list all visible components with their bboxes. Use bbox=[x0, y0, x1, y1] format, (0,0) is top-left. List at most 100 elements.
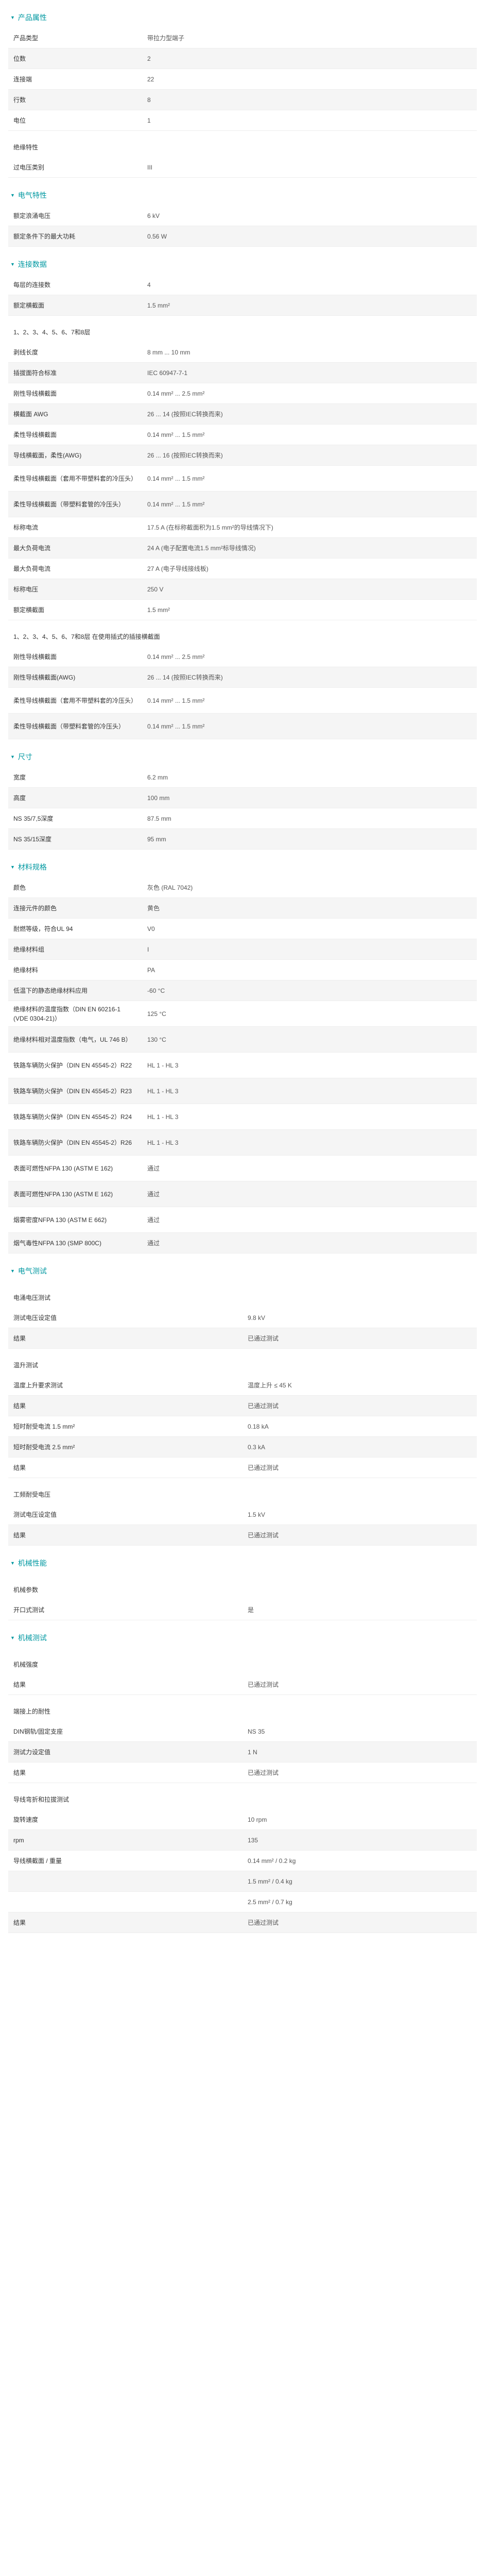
section-title-label: 尺寸 bbox=[18, 753, 32, 761]
subgroup-label: 端接上的耐性 bbox=[13, 1707, 51, 1715]
section-title-label: 机械性能 bbox=[18, 1559, 47, 1567]
spec-value: 已通过测试 bbox=[242, 1328, 477, 1349]
section-title[interactable]: ▼ 连接数据 bbox=[0, 254, 485, 275]
subgroup-label: 温升测试 bbox=[13, 1361, 39, 1369]
spec-value: 95 mm bbox=[142, 828, 477, 850]
spec-row: 短时耐受电流 1.5 mm² 0.18 kA bbox=[8, 1416, 477, 1437]
spec-value: 0.14 mm² ... 1.5 mm² bbox=[142, 713, 477, 739]
spec-key: NS 35/7,5深度 bbox=[8, 808, 142, 829]
spec-key: 旋转速度 bbox=[8, 1809, 242, 1830]
spec-key: 插拔面符合标准 bbox=[8, 362, 142, 383]
spec-value: 1 N bbox=[242, 1741, 477, 1762]
triangle-down-icon: ▼ bbox=[10, 193, 15, 198]
subgroup-header: 机械参数 bbox=[8, 1573, 477, 1600]
section-title[interactable]: ▼ 机械测试 bbox=[0, 1628, 485, 1648]
spec-value: -60 °C bbox=[142, 980, 477, 1001]
spec-key: 结果 bbox=[8, 1912, 242, 1933]
spec-value: 6.2 mm bbox=[142, 767, 477, 788]
spec-value: 带拉力型端子 bbox=[142, 28, 477, 48]
section-title[interactable]: ▼ 产品属性 bbox=[0, 7, 485, 28]
spec-row: 宽度 6.2 mm bbox=[8, 767, 477, 788]
spec-row: NS 35/7,5深度 87.5 mm bbox=[8, 808, 477, 829]
spec-key: 横截面 AWG bbox=[8, 403, 142, 425]
spec-value: IEC 60947-7-1 bbox=[142, 362, 477, 383]
spec-value: 0.14 mm² ... 1.5 mm² bbox=[142, 465, 477, 492]
spec-value: 100 mm bbox=[142, 787, 477, 808]
spec-value: 250 V bbox=[142, 579, 477, 600]
spec-value: 2 bbox=[142, 48, 477, 69]
spec-key: 刚性导线横截面(AWG) bbox=[8, 667, 142, 688]
section-title[interactable]: ▼ 电气测试 bbox=[0, 1261, 485, 1281]
spec-key: 宽度 bbox=[8, 767, 142, 788]
section-title[interactable]: ▼ 材料规格 bbox=[0, 857, 485, 877]
spec-row: 铁路车辆防火保护（DIN EN 45545-2）R26 HL 1 - HL 3 bbox=[8, 1129, 477, 1156]
subgroup-header: 端接上的耐性 bbox=[8, 1695, 477, 1722]
section-title[interactable]: ▼ 电气特性 bbox=[0, 185, 485, 206]
triangle-down-icon: ▼ bbox=[10, 262, 15, 267]
spec-value: 已通过测试 bbox=[242, 1395, 477, 1416]
spec-row: 结果 已通过测试 bbox=[8, 1395, 477, 1416]
spec-key: 高度 bbox=[8, 787, 142, 808]
spec-row: 高度 100 mm bbox=[8, 787, 477, 808]
section-title[interactable]: ▼ 机械性能 bbox=[0, 1553, 485, 1573]
spec-value: 27 A (电子导线接线板) bbox=[142, 558, 477, 579]
section-title-label: 连接数据 bbox=[18, 260, 47, 268]
triangle-down-icon: ▼ bbox=[10, 1561, 15, 1566]
spec-value: 6 kV bbox=[142, 206, 477, 226]
spec-table: 每层的连接数 4 额定横截面 1.5 mm² 1、2、3、4、5、6、7和8层 剥线长度 8… bbox=[8, 275, 477, 739]
spec-value: 温度上升 ≤ 45 K bbox=[242, 1375, 477, 1396]
spec-row: 柔性导线横截面（套用不带塑料套的冷压头） 0.14 mm² ... 1.5 mm² bbox=[8, 687, 477, 714]
spec-key: 柔性导线横截面 bbox=[8, 424, 142, 445]
spec-row: 2.5 mm² / 0.7 kg bbox=[8, 1891, 477, 1912]
spec-key: 电位 bbox=[8, 110, 142, 131]
spec-key: 绝缘材料组 bbox=[8, 939, 142, 960]
spec-key: 结果 bbox=[8, 1457, 242, 1478]
spec-value: 已通过测试 bbox=[242, 1912, 477, 1933]
spec-row: 短时耐受电流 2.5 mm² 0.3 kA bbox=[8, 1436, 477, 1458]
section-title-label: 机械测试 bbox=[18, 1634, 47, 1642]
section-title-label: 产品属性 bbox=[18, 13, 47, 22]
spec-value: 17.5 A (在标称截面积为1.5 mm²的导线情况下) bbox=[142, 517, 477, 538]
spec-key: 颜色 bbox=[8, 877, 142, 898]
spec-value: 24 A (电子配置电流1.5 mm²标导线情况) bbox=[142, 537, 477, 558]
triangle-down-icon: ▼ bbox=[10, 754, 15, 759]
spec-row: 绝缘材料的温度指数（DIN EN 60216-1 (VDE 0304-21)） 1… bbox=[8, 1001, 477, 1027]
spec-value: 黄色 bbox=[142, 897, 477, 919]
spec-value: 1.5 mm² bbox=[142, 295, 477, 316]
spec-key: 额定条件下的最大功耗 bbox=[8, 226, 142, 247]
section-title-label: 材料规格 bbox=[18, 863, 47, 871]
spec-key: 低温下的静态绝缘材料应用 bbox=[8, 980, 142, 1001]
spec-row: 结果 已通过测试 bbox=[8, 1328, 477, 1349]
spec-value: 0.18 kA bbox=[242, 1416, 477, 1437]
spec-row: 行数 8 bbox=[8, 89, 477, 110]
subgroup-header: 导线弯折和拉拔测试 bbox=[8, 1783, 477, 1810]
spec-row: 导线横截面 / 重量 0.14 mm² / 0.2 kg bbox=[8, 1850, 477, 1871]
spec-value: 0.14 mm² ... 2.5 mm² bbox=[142, 647, 477, 667]
triangle-down-icon: ▼ bbox=[10, 1268, 15, 1274]
spec-row: 颜色 灰色 (RAL 7042) bbox=[8, 877, 477, 898]
spec-row: 最大负荷电流 27 A (电子导线接线板) bbox=[8, 558, 477, 579]
spec-row: 测试电压设定值 9.8 kV bbox=[8, 1308, 477, 1328]
section-title[interactable]: ▼ 尺寸 bbox=[0, 747, 485, 767]
spec-key: 额定横截面 bbox=[8, 295, 142, 316]
spec-key: 标称电压 bbox=[8, 579, 142, 600]
spec-key: 短时耐受电流 2.5 mm² bbox=[8, 1436, 242, 1458]
spec-key: 短时耐受电流 1.5 mm² bbox=[8, 1416, 242, 1437]
spec-value: 135 bbox=[242, 1829, 477, 1851]
spec-key: 连接元件的颜色 bbox=[8, 897, 142, 919]
spec-value: 已通过测试 bbox=[242, 1674, 477, 1695]
spec-value: 0.14 mm² / 0.2 kg bbox=[242, 1850, 477, 1871]
spec-key: 铁路车辆防火保护（DIN EN 45545-2）R23 bbox=[8, 1078, 142, 1104]
spec-row: rpm 135 bbox=[8, 1829, 477, 1851]
spec-row: 结果 已通过测试 bbox=[8, 1762, 477, 1783]
spec-value: 通过 bbox=[142, 1232, 477, 1253]
spec-table: 产品类型 带拉力型端子 位数 2 连接端 22 行数 8 电位 1 绝缘特性 过电压类别 III bbox=[8, 28, 477, 178]
spec-value: HL 1 - HL 3 bbox=[142, 1052, 477, 1078]
spec-row: 最大负荷电流 24 A (电子配置电流1.5 mm²标导线情况) bbox=[8, 537, 477, 558]
spec-row: DIN钢轨/固定支座 NS 35 bbox=[8, 1721, 477, 1742]
spec-key: 烟雾密度NFPA 130 (ASTM E 662) bbox=[8, 1207, 142, 1233]
spec-row: 额定条件下的最大功耗 0.56 W bbox=[8, 226, 477, 247]
spec-value: 0.14 mm² ... 1.5 mm² bbox=[142, 491, 477, 517]
spec-table: 宽度 6.2 mm 高度 100 mm NS 35/7,5深度 87.5 mm NS 35/… bbox=[8, 767, 477, 850]
spec-key: 最大负荷电流 bbox=[8, 537, 142, 558]
